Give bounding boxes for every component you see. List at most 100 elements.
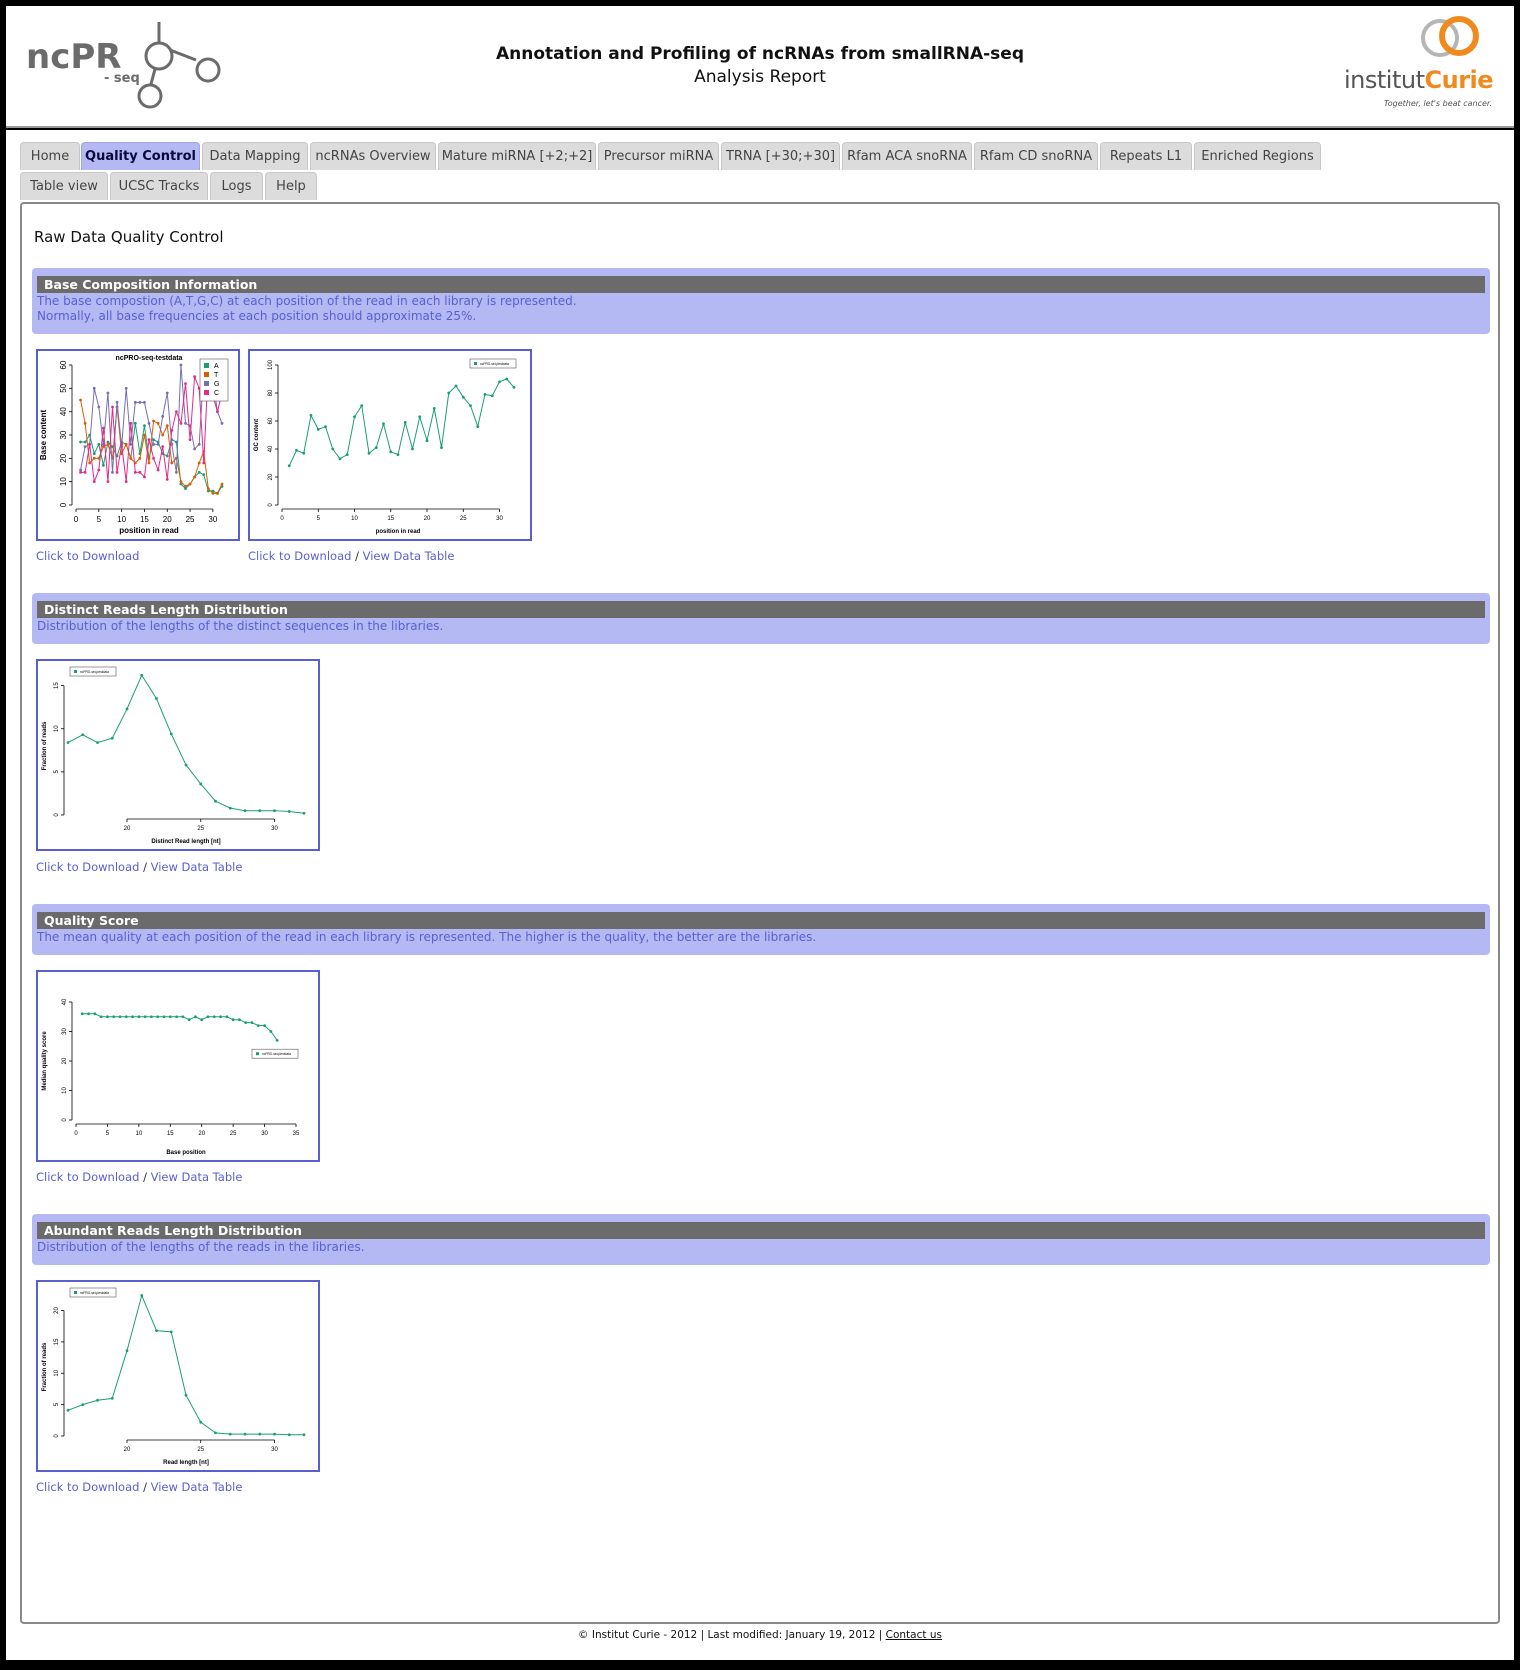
x-tick-label: 30 (271, 1447, 278, 1453)
data-point (476, 425, 480, 428)
tab-ucsc-tracks[interactable]: UCSC Tracks (110, 172, 208, 200)
x-tick-label: 5 (317, 516, 321, 522)
data-point (187, 1018, 191, 1022)
y-tick-label: 30 (59, 430, 68, 439)
data-point (92, 386, 96, 390)
view-data-table-link[interactable]: View Data Table (151, 860, 243, 874)
data-point (79, 440, 82, 444)
data-point (147, 461, 151, 465)
tab-rfam-cd-snorna[interactable]: Rfam CD snoRNA (974, 142, 1098, 170)
links-gc-content: Click to Download / View Data Table (248, 549, 454, 563)
data-point (256, 1024, 260, 1027)
y-tick-label: 20 (59, 453, 68, 462)
data-point (80, 1012, 84, 1016)
data-point (216, 491, 219, 495)
tab-logs[interactable]: Logs (210, 172, 263, 200)
data-point (133, 470, 137, 474)
download-link[interactable]: Click to Download (36, 1170, 139, 1184)
y-tick-label: 40 (59, 407, 68, 416)
plot-abundant-reads-length[interactable]: 0 5 10 15 20 20 25 30 Read length [nt] Fraction o… (36, 1280, 320, 1472)
content-panel: Raw Data Quality Control Base Compositio… (20, 202, 1500, 1624)
data-point (193, 447, 197, 451)
legend-swatch (74, 1291, 77, 1294)
data-point (152, 442, 155, 446)
data-point (193, 475, 197, 479)
plot-base-composition[interactable]: 0 10 20 30 40 50 60 0 5 10 15 20 25 30 position in rea… (36, 349, 240, 541)
data-point (206, 1015, 210, 1019)
data-point (287, 464, 291, 468)
download-link[interactable]: Click to Download (36, 1480, 139, 1494)
data-point (97, 468, 101, 472)
data-point (244, 1021, 248, 1025)
data-point (92, 480, 96, 484)
curie-rings-icon (1421, 16, 1479, 57)
data-point (99, 1015, 103, 1019)
tab-help[interactable]: Help (265, 172, 317, 200)
tab-ncrnas-overview[interactable]: ncRNAs Overview (310, 142, 436, 170)
page-header-subtitle: Analysis Report (694, 67, 826, 87)
data-point (83, 445, 87, 449)
x-tick-label: 25 (230, 1131, 237, 1137)
page-header-title: Annotation and Profiling of ncRNAs from … (495, 44, 1024, 64)
data-point (97, 442, 101, 446)
section-abundant-reads: Abundant Reads Length Distribution Distr… (32, 1214, 1490, 1265)
data-point (125, 707, 129, 711)
plot-quality-score[interactable]: 0 10 20 30 40 0 5 10 15 20 25 30 35 Base position Medi… (36, 970, 320, 1162)
tab-home[interactable]: Home (20, 142, 80, 170)
tab-data-mapping[interactable]: Data Mapping (202, 142, 308, 170)
tab-rfam-aca-snorna[interactable]: Rfam ACA snoRNA (842, 142, 972, 170)
y-axis-label: Median quality score (42, 1031, 48, 1091)
data-point (66, 1408, 70, 1412)
plot-gc-content[interactable]: 0 20 40 60 80 100 0 5 10 15 20 25 30 position in read… (248, 349, 532, 541)
x-tick-label: 15 (387, 516, 394, 522)
data-point (216, 410, 219, 414)
data-point (129, 421, 133, 425)
x-tick-label: 25 (197, 1447, 204, 1453)
data-point (454, 384, 458, 388)
data-point (138, 456, 142, 460)
data-point (231, 1018, 235, 1022)
links-abundant-reads: Click to Download / View Data Table (36, 1480, 242, 1494)
data-point (505, 377, 509, 381)
view-data-table-link[interactable]: View Data Table (363, 549, 455, 563)
x-tick-label: 10 (351, 516, 358, 522)
y-tick-label: 40 (62, 998, 68, 1005)
y-tick-label: 100 (268, 359, 274, 370)
tab-mature-mirna[interactable]: Mature miRNA [+2;+2] (438, 142, 596, 170)
tab-enriched-regions[interactable]: Enriched Regions (1194, 142, 1321, 170)
y-tick-label: 5 (54, 770, 60, 774)
data-point (106, 1015, 109, 1019)
link-separator: / (143, 1480, 147, 1494)
y-axis-label: Fraction of reads (42, 1342, 48, 1391)
x-tick-label: 20 (124, 826, 131, 832)
data-point (418, 415, 422, 419)
contact-link[interactable]: Contact us (886, 1629, 942, 1641)
data-point (143, 424, 146, 428)
data-point (211, 491, 215, 495)
data-point (432, 407, 436, 410)
view-data-table-link[interactable]: View Data Table (151, 1170, 243, 1184)
x-tick-label: 0 (74, 1131, 78, 1137)
legend-label: ncPRO-seq-testdata (80, 1291, 109, 1295)
tab-precursor-mirna[interactable]: Precursor miRNA (598, 142, 719, 170)
data-point (184, 421, 187, 425)
data-point (169, 732, 173, 736)
tab-trna[interactable]: TRNA [+30;+30] (721, 142, 840, 170)
tab-quality-control[interactable]: Quality Control (81, 142, 200, 170)
download-link[interactable]: Click to Download (36, 860, 139, 874)
data-point (184, 484, 187, 488)
tab-repeats-l1[interactable]: Repeats L1 (1100, 142, 1192, 170)
data-point (324, 425, 327, 428)
download-link[interactable]: Click to Download (36, 549, 139, 563)
view-data-table-link[interactable]: View Data Table (151, 1480, 243, 1494)
data-point (188, 482, 192, 486)
data-point (66, 741, 70, 744)
chart-quality-score: 0 10 20 30 40 0 5 10 15 20 25 30 35 Base position Medi… (42, 998, 300, 1156)
data-point (345, 453, 349, 456)
plot-distinct-reads-length[interactable]: 0 5 10 15 20 25 30 Distinct Read length [nt] Fra… (36, 659, 320, 851)
download-link[interactable]: Click to Download (248, 549, 351, 563)
data-point (143, 433, 146, 437)
data-point (512, 386, 516, 389)
tab-table-view[interactable]: Table view (20, 172, 108, 200)
legend-swatch (474, 362, 477, 365)
